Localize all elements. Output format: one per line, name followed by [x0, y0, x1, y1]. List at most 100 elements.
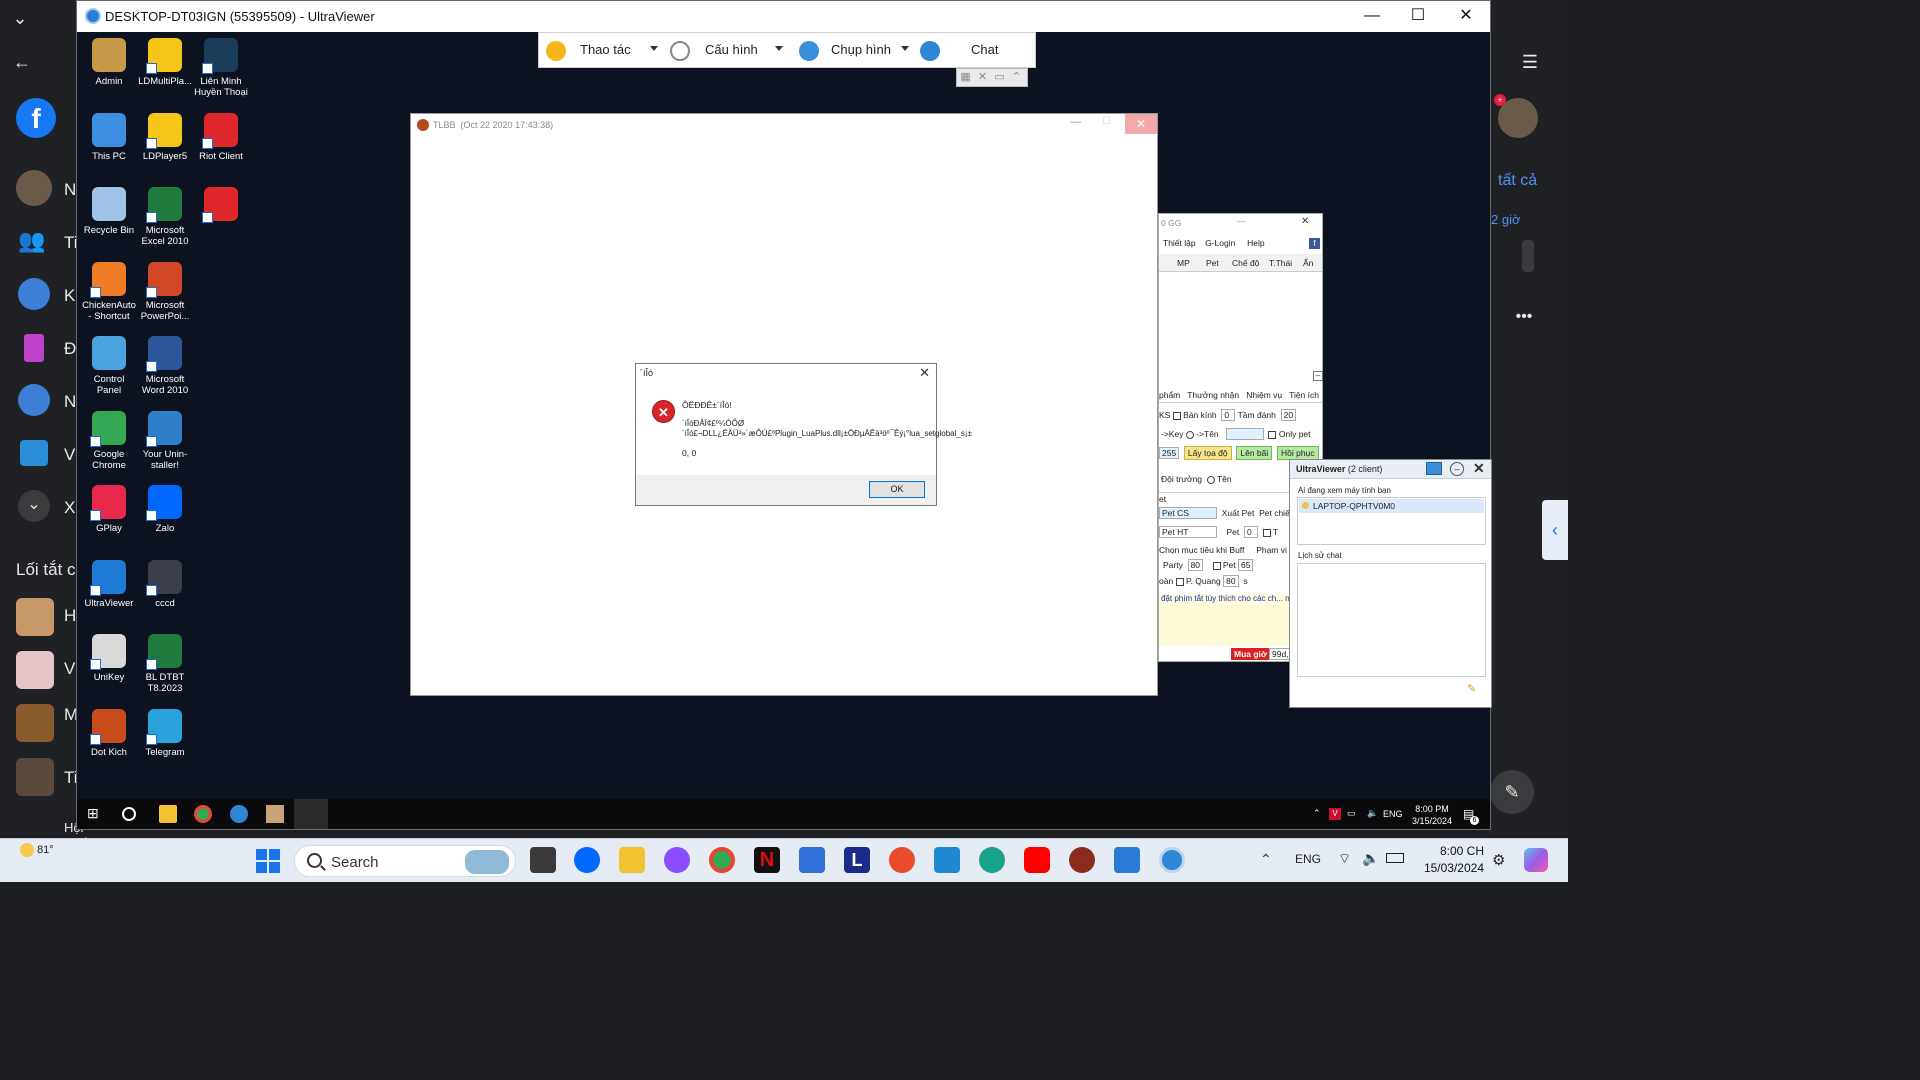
menu-item[interactable]: Thiết lập [1163, 238, 1196, 248]
windows-start-icon[interactable] [256, 849, 280, 873]
action-menu-label[interactable]: Thao tác [580, 42, 631, 57]
lark-icon[interactable]: L [844, 847, 870, 873]
grid-icon[interactable]: ▦ [957, 69, 974, 86]
vietkey-icon[interactable]: V [1329, 808, 1341, 820]
party-input[interactable]: 80 [1187, 559, 1204, 571]
chrome-icon[interactable] [194, 805, 212, 823]
weather-widget[interactable]: 81° [20, 843, 54, 857]
game-icon[interactable] [266, 805, 284, 823]
ultraviewer-icon[interactable] [230, 805, 248, 823]
buy-time-button[interactable]: Mua giờ [1231, 648, 1270, 660]
chevron-down-icon[interactable] [775, 46, 783, 51]
cortana-icon[interactable] [122, 807, 136, 821]
tab[interactable]: Thưởng nhận [1187, 390, 1239, 400]
friends-icon[interactable]: 👥 [18, 228, 52, 256]
desktop-icon[interactable]: Microsoft Word 2010 [137, 336, 193, 396]
close-icon[interactable]: ✕ [1473, 460, 1485, 477]
close-icon[interactable]: ✕ [919, 365, 930, 381]
tab[interactable]: Nhiệm vụ [1246, 390, 1282, 400]
desktop-icon[interactable]: ChickenAuto - Shortcut [81, 261, 137, 322]
youtube-icon[interactable] [1024, 847, 1050, 873]
volume-icon[interactable]: 🔈 [1362, 850, 1379, 867]
chevron-down-icon[interactable] [901, 46, 909, 51]
checkbox[interactable] [1172, 411, 1181, 420]
more-options-icon[interactable]: ••• [1504, 308, 1544, 326]
close-button[interactable]: ✕ [1443, 1, 1489, 32]
minimize-button[interactable]: — [1349, 1, 1395, 32]
remote-desktop[interactable]: Admin This PC Recycle Bin ChickenAuto - Sho… [77, 32, 1492, 829]
see-all-link[interactable]: tất cả [1498, 172, 1537, 190]
collapse-arrow-icon[interactable]: ‹ [1542, 500, 1568, 560]
viewer-item[interactable]: LAPTOP-QPHTV0M0 [1299, 499, 1484, 513]
file-explorer-icon[interactable] [159, 805, 177, 823]
pet-pct-input[interactable]: 65 [1238, 559, 1254, 571]
desktop-icon[interactable]: LDMultiPla... [137, 38, 193, 87]
store-icon[interactable] [799, 847, 825, 873]
chrome-icon[interactable] [709, 847, 735, 873]
facebook-logo-icon[interactable]: f [16, 98, 56, 138]
desktop-icon[interactable]: BL DTBT T8.2023 [137, 634, 193, 694]
capture-menu-label[interactable]: Chụp hình [831, 42, 891, 57]
groups-icon[interactable] [18, 384, 50, 416]
desktop-icon[interactable]: Microsoft PowerPoi... [137, 261, 193, 322]
monitor-app-icon[interactable] [1114, 847, 1140, 873]
edge-icon[interactable] [979, 847, 1005, 873]
close-button[interactable]: ✕ [1301, 216, 1309, 227]
volume-icon[interactable]: 🔈 [1367, 808, 1378, 819]
vscode-icon[interactable] [934, 847, 960, 873]
chat-history-box[interactable] [1297, 563, 1486, 677]
active-app-slot[interactable] [294, 799, 328, 829]
desktop-icon[interactable]: GPlay [81, 485, 137, 534]
desktop-icon[interactable]: This PC [81, 112, 137, 162]
desktop-icon[interactable]: Google Chrome [81, 410, 137, 471]
desktop-icon[interactable]: Telegram [137, 708, 193, 758]
profile-icon[interactable]: ☰ [1510, 52, 1550, 73]
shrink-icon[interactable]: ✕ [974, 69, 991, 86]
battery-icon[interactable] [1386, 853, 1404, 863]
pquang-input[interactable]: 80 [1223, 575, 1239, 587]
language-indicator[interactable]: ENG [1383, 809, 1403, 819]
ok-button[interactable]: OK [869, 481, 925, 498]
desktop-icon[interactable]: cccd [137, 559, 193, 609]
close-button[interactable]: ✕ [1125, 114, 1157, 134]
ultraviewer-icon[interactable] [1159, 847, 1185, 873]
language-indicator[interactable]: ENG [1295, 852, 1321, 866]
shortcut-thumb[interactable] [16, 651, 54, 689]
network-icon[interactable]: ▭ [1347, 808, 1356, 819]
checkbox[interactable] [1262, 528, 1271, 537]
task-view-icon[interactable] [530, 847, 556, 873]
menu-item[interactable]: G-Login [1205, 238, 1235, 248]
desktop-icon[interactable]: Recycle Bin [81, 187, 137, 236]
monitor-icon[interactable]: ▭ [991, 69, 1008, 86]
windows-start-icon[interactable]: ⊞ [87, 805, 105, 823]
chevron-down-icon[interactable]: ⌄ [0, 8, 40, 29]
copilot-icon[interactable] [1524, 848, 1548, 872]
get-coords-button[interactable]: Lấy tọa độ [1183, 446, 1232, 460]
maximize-button[interactable]: ☐ [1102, 116, 1111, 127]
radio[interactable] [1185, 430, 1194, 439]
zalo-icon[interactable] [574, 847, 600, 873]
radius-input[interactable]: 0 [1221, 409, 1236, 421]
monitor-icon[interactable] [1426, 462, 1442, 475]
desktop-icon[interactable] [193, 187, 249, 225]
checkbox[interactable] [1175, 577, 1184, 586]
mount-button[interactable]: Lên bãi [1236, 446, 1273, 460]
avatar[interactable] [16, 170, 52, 206]
netflix-icon[interactable]: N [754, 847, 780, 873]
maximize-button[interactable]: ☐ [1395, 1, 1441, 32]
desktop-icon[interactable]: UltraViewer [81, 559, 137, 609]
tab[interactable]: Tiện ích [1289, 390, 1319, 400]
clock-icon[interactable] [18, 278, 50, 310]
back-arrow-icon[interactable]: ← [2, 52, 42, 73]
config-menu-label[interactable]: Cấu hình [705, 42, 758, 57]
tab[interactable]: phẩm [1159, 390, 1180, 400]
remote-clock[interactable]: 8:00 PM 3/15/2024 [1412, 803, 1452, 827]
chevron-up-icon[interactable]: ⌃ [1260, 851, 1272, 868]
bookmark-icon[interactable] [24, 334, 44, 362]
checkbox[interactable] [1268, 430, 1277, 439]
shortcut-thumb[interactable] [16, 758, 54, 796]
name-input[interactable] [1225, 428, 1264, 440]
checkbox[interactable] [1212, 561, 1221, 570]
menu-item[interactable]: Help [1247, 238, 1264, 248]
pet-ht-select[interactable]: Pet HT [1159, 526, 1217, 538]
